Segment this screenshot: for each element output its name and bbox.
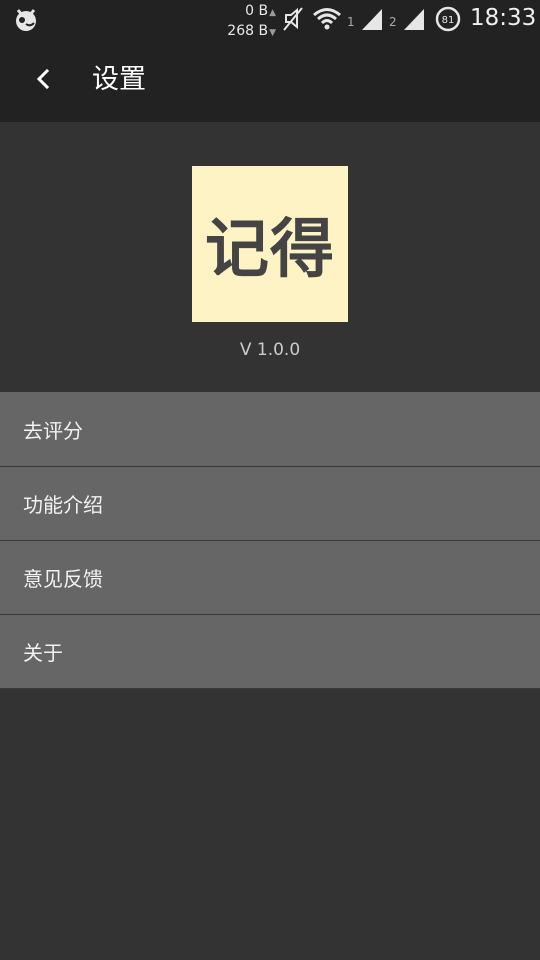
menu-item-about[interactable]: 关于: [0, 615, 540, 689]
page-title: 设置: [92, 64, 146, 95]
menu-item-feedback[interactable]: 意见反馈: [0, 541, 540, 615]
settings-menu: 去评分 功能介绍 意见反馈 关于: [0, 392, 540, 689]
sim1-label: 1: [347, 15, 355, 29]
back-button[interactable]: [22, 60, 64, 102]
network-speed: 0 B▲ 268 B▼: [227, 3, 276, 39]
menu-item-features[interactable]: 功能介绍: [0, 467, 540, 541]
menu-item-label: 功能介绍: [23, 493, 103, 517]
toolbar: 设置: [0, 40, 540, 122]
menu-item-label: 关于: [23, 641, 63, 665]
menu-item-label: 意见反馈: [23, 567, 103, 591]
sim2-label: 2: [389, 15, 397, 29]
signal-icon: [402, 6, 426, 36]
chevron-left-icon: [35, 68, 51, 94]
battery-level-text: 81: [442, 15, 455, 26]
menu-item-rate[interactable]: 去评分: [0, 392, 540, 467]
mute-icon: [282, 6, 304, 36]
clock-time: 18:33: [470, 5, 537, 31]
app-notification-icon: [12, 6, 40, 32]
signal-icon: [360, 6, 384, 36]
wifi-icon: [312, 6, 342, 36]
menu-item-label: 去评分: [23, 418, 83, 443]
logo-text: 记得: [205, 213, 335, 287]
version-label: V 1.0.0: [239, 340, 301, 360]
net-up-text: 0 B: [245, 3, 269, 19]
status-bar: 0 B▲ 268 B▼ 1 2 81 18:33: [0, 0, 540, 40]
app-logo: 记得: [192, 166, 348, 322]
battery-icon: 81: [435, 6, 461, 32]
net-down-text: 268 B: [227, 23, 269, 39]
